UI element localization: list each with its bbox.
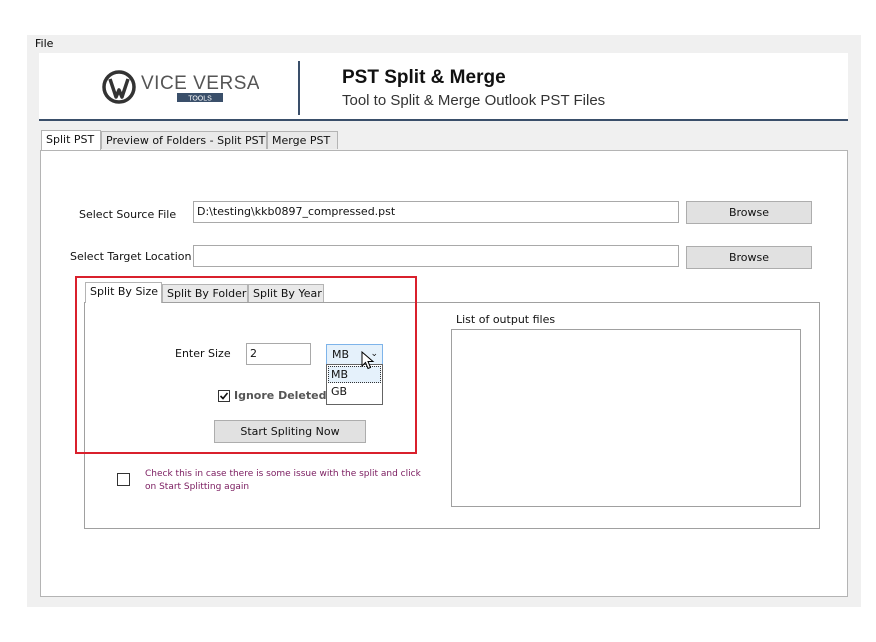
target-location-input[interactable]: [193, 245, 679, 267]
vice-versa-logo: VICE VERSA TOOLS: [102, 70, 259, 104]
tab-split-pst[interactable]: Split PST: [41, 130, 101, 150]
menu-bar: File: [27, 35, 861, 53]
mouse-cursor-icon: [361, 351, 375, 370]
source-file-label: Select Source File: [79, 208, 177, 221]
tab-preview-folders[interactable]: Preview of Folders - Split PST: [101, 131, 267, 149]
header-divider: [298, 61, 300, 115]
app-title: PST Split & Merge: [342, 67, 506, 88]
target-location-label: Select Target Location: [70, 250, 192, 263]
output-files-list[interactable]: [451, 329, 801, 507]
tab-merge-pst[interactable]: Merge PST: [267, 131, 338, 149]
app-header: VICE VERSA TOOLS PST Split & Merge Tool …: [39, 53, 848, 121]
app-subtitle: Tool to Split & Merge Outlook PST Files: [342, 92, 606, 109]
source-file-input[interactable]: D:\testing\kkb0897_compressed.pst: [193, 201, 679, 223]
app-window: File VICE VERSA TOOLS PST Split & Merge …: [27, 35, 861, 607]
retry-note: Check this in case there is some issue w…: [145, 469, 421, 492]
split-pst-panel: Select Source File D:\testing\kkb0897_co…: [40, 150, 848, 597]
browse-target-button[interactable]: Browse: [686, 246, 812, 269]
unit-option-gb[interactable]: GB: [327, 384, 382, 402]
output-files-label: List of output files: [456, 313, 556, 326]
browse-source-button[interactable]: Browse: [686, 201, 812, 224]
logo-subtext: TOOLS: [188, 96, 212, 103]
retry-checkbox[interactable]: [117, 473, 130, 486]
logo-text: VICE VERSA: [141, 73, 259, 94]
menu-file[interactable]: File: [35, 37, 53, 50]
unit-select-value: MB: [332, 348, 350, 361]
